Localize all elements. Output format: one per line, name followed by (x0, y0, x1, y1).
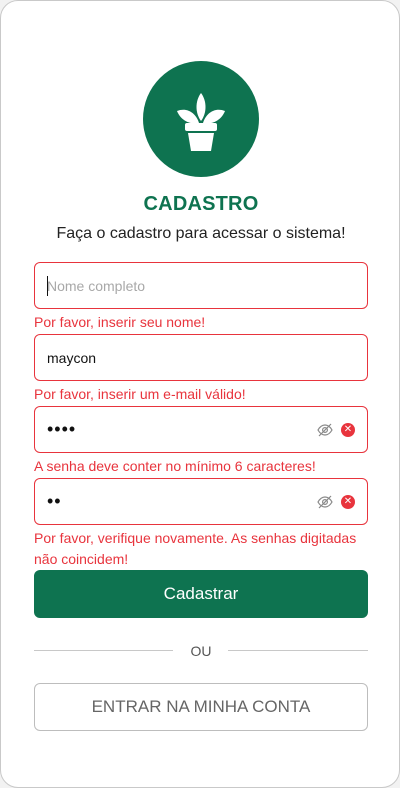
page-title: CADASTRO (143, 193, 259, 215)
register-button[interactable]: Cadastrar (34, 570, 368, 618)
eye-off-icon[interactable] (317, 494, 333, 510)
register-card: CADASTRO Faça o cadastro para acessar o … (0, 0, 400, 788)
confirm-password-value[interactable]: •• (47, 491, 317, 512)
confirm-password-field[interactable]: •• ✕ (34, 478, 368, 525)
password-value[interactable]: •••• (47, 419, 317, 440)
login-button[interactable]: ENTRAR NA MINHA CONTA (34, 683, 368, 731)
clear-icon[interactable]: ✕ (341, 494, 355, 509)
divider-label: OU (190, 643, 212, 659)
name-field[interactable] (34, 262, 368, 309)
eye-off-icon[interactable] (317, 422, 333, 438)
text-caret (47, 276, 48, 296)
page-subtitle: Faça o cadastro para acessar o sistema! (56, 225, 346, 242)
confirm-password-error: Por favor, verifique novamente. As senha… (34, 530, 357, 567)
name-error: Por favor, inserir seu nome! (34, 314, 206, 330)
plant-pot-icon (143, 61, 259, 177)
name-input[interactable] (47, 277, 355, 294)
divider-right (228, 650, 368, 651)
password-field[interactable]: •••• ✕ (34, 406, 368, 453)
email-field[interactable] (34, 334, 368, 381)
email-input[interactable] (47, 349, 355, 366)
clear-icon[interactable]: ✕ (341, 422, 355, 437)
password-error: A senha deve conter no mínimo 6 caracter… (34, 458, 316, 474)
email-error: Por favor, inserir um e-mail válido! (34, 386, 246, 402)
